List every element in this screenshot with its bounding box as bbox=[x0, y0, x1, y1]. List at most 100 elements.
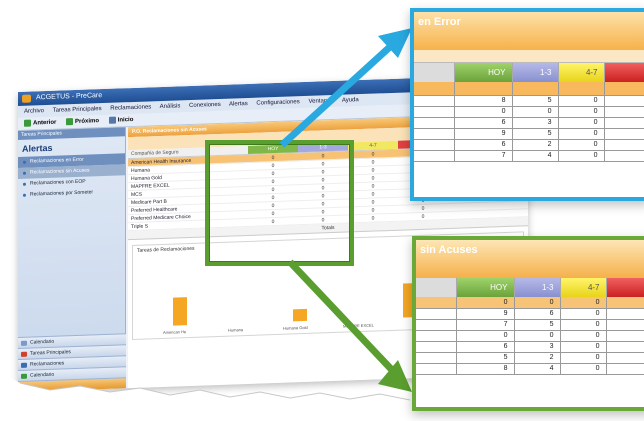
table-row[interactable]: 630 bbox=[416, 341, 644, 353]
home-icon bbox=[108, 116, 116, 124]
table-row[interactable]: 960 bbox=[416, 308, 644, 320]
count-cell bbox=[604, 150, 644, 162]
count-cell: 8 bbox=[454, 95, 513, 107]
menu-item[interactable]: Archivo bbox=[24, 108, 44, 115]
nav-label: Reclamaciones bbox=[30, 360, 65, 368]
row-label-cell bbox=[416, 308, 457, 320]
count-cell: 0 bbox=[456, 330, 515, 342]
table-row[interactable]: 620 bbox=[414, 139, 644, 151]
count-cell bbox=[606, 341, 644, 353]
errors-table: HOY 1-3 4-7 850000630950620740 bbox=[414, 63, 644, 162]
header-4-7[interactable]: 4-7 bbox=[560, 278, 607, 297]
count-cell: 6 bbox=[454, 139, 513, 151]
count-cell: 0 bbox=[560, 363, 607, 375]
group-cell bbox=[604, 82, 644, 96]
table-row[interactable]: 630 bbox=[414, 117, 644, 129]
menu-item[interactable]: Conexiones bbox=[189, 102, 221, 109]
back-button[interactable]: Anterior bbox=[24, 119, 56, 127]
table-row[interactable]: 000 bbox=[416, 297, 644, 309]
row-label-cell bbox=[416, 297, 457, 309]
count-cell: 0 bbox=[512, 106, 559, 118]
forward-button[interactable]: Próximo bbox=[66, 118, 99, 126]
count-cell: 5 bbox=[512, 95, 559, 107]
row-label-cell bbox=[416, 352, 457, 364]
row-label-cell bbox=[414, 128, 455, 140]
header-1-3[interactable]: 1-3 bbox=[514, 278, 561, 297]
header-blank bbox=[416, 278, 457, 297]
header-hoy[interactable]: HOY bbox=[454, 63, 513, 82]
nav-label: Tareas Principales bbox=[30, 349, 71, 357]
count-cell bbox=[606, 363, 644, 375]
table-row[interactable]: 520 bbox=[416, 352, 644, 364]
promo-composite: ACGETUS - PreCare Archivo Tareas Princip… bbox=[0, 0, 644, 421]
menu-item[interactable]: Ventanas bbox=[308, 98, 333, 105]
nav-label: Calendario bbox=[30, 338, 55, 346]
header-blank bbox=[414, 63, 455, 82]
table-row[interactable]: 740 bbox=[414, 150, 644, 162]
count-cell: 8 bbox=[456, 363, 515, 375]
count-cell bbox=[606, 308, 644, 320]
count-cell: 0 bbox=[560, 341, 607, 353]
count-cell bbox=[604, 139, 644, 151]
header-next[interactable] bbox=[604, 63, 644, 82]
count-cell bbox=[606, 297, 644, 309]
count-cell bbox=[606, 319, 644, 331]
nav-label: Calendario bbox=[30, 371, 55, 379]
count-cell: 0 bbox=[514, 330, 561, 342]
zoom-panel-errors: en Error HOY 1-3 4-7 850000630950620740 bbox=[410, 8, 644, 201]
count-cell: 7 bbox=[454, 150, 513, 162]
group-cell bbox=[454, 82, 513, 96]
count-cell: 5 bbox=[512, 128, 559, 140]
calendar-icon bbox=[21, 340, 27, 346]
table-row[interactable]: 000 bbox=[414, 106, 644, 118]
row-label-cell bbox=[414, 106, 455, 118]
menu-item[interactable]: Configuraciones bbox=[256, 99, 299, 107]
menu-item[interactable]: Ayuda bbox=[342, 97, 359, 104]
group-cell bbox=[558, 82, 605, 96]
header-hoy[interactable]: HOY bbox=[456, 278, 515, 297]
home-button[interactable]: Inicio bbox=[108, 116, 134, 124]
count-cell: 0 bbox=[560, 308, 607, 320]
count-cell: 6 bbox=[454, 117, 513, 129]
table-row[interactable]: 950 bbox=[414, 128, 644, 140]
count-cell: 6 bbox=[456, 341, 515, 353]
home-label: Inicio bbox=[117, 116, 134, 124]
count-cell: 6 bbox=[514, 308, 561, 320]
count-cell bbox=[606, 330, 644, 342]
blue-arrow-head bbox=[378, 28, 412, 58]
no-acks-table-header: HOY 1-3 4-7 bbox=[416, 278, 644, 297]
count-cell bbox=[606, 352, 644, 364]
tasks-icon bbox=[21, 351, 27, 357]
chart-x-label: American He bbox=[163, 329, 187, 335]
table-row[interactable]: 840 bbox=[416, 363, 644, 375]
menu-item[interactable]: Tareas Principales bbox=[53, 106, 102, 114]
count-cell: 0 bbox=[456, 297, 515, 309]
sidebar-item-to-submit[interactable]: Reclamaciones por Someter bbox=[18, 186, 125, 201]
menu-item[interactable]: Análisis bbox=[160, 103, 181, 110]
row-label-cell bbox=[414, 95, 455, 107]
count-cell: 0 bbox=[558, 117, 605, 129]
forward-arrow-icon bbox=[66, 118, 74, 126]
highlight-frame bbox=[205, 140, 354, 266]
count-cell: 3 bbox=[512, 117, 559, 129]
header-next[interactable] bbox=[606, 278, 644, 297]
menu-item[interactable]: Alertas bbox=[229, 101, 248, 108]
sidebar-nav: Calendario Tareas Principales Reclamacio… bbox=[18, 333, 126, 392]
table-row[interactable]: 750 bbox=[416, 319, 644, 331]
zoom-spacer bbox=[414, 50, 644, 63]
table-row[interactable]: 850 bbox=[414, 95, 644, 107]
count-cell bbox=[604, 117, 644, 129]
nav-alerts-active[interactable] bbox=[18, 377, 126, 392]
row-label-cell bbox=[414, 139, 455, 151]
table-row[interactable]: 000 bbox=[416, 330, 644, 342]
count-cell: 0 bbox=[558, 128, 605, 140]
row-label-cell bbox=[416, 341, 457, 353]
header-1-3[interactable]: 1-3 bbox=[512, 63, 559, 82]
count-cell: 0 bbox=[558, 150, 605, 162]
row-label-cell bbox=[416, 363, 457, 375]
count-cell: 0 bbox=[558, 106, 605, 118]
menu-item[interactable]: Reclamaciones bbox=[110, 104, 151, 111]
header-4-7[interactable]: 4-7 bbox=[558, 63, 605, 82]
zoom-title-errors: en Error bbox=[414, 12, 644, 50]
chart-bar bbox=[293, 308, 307, 322]
